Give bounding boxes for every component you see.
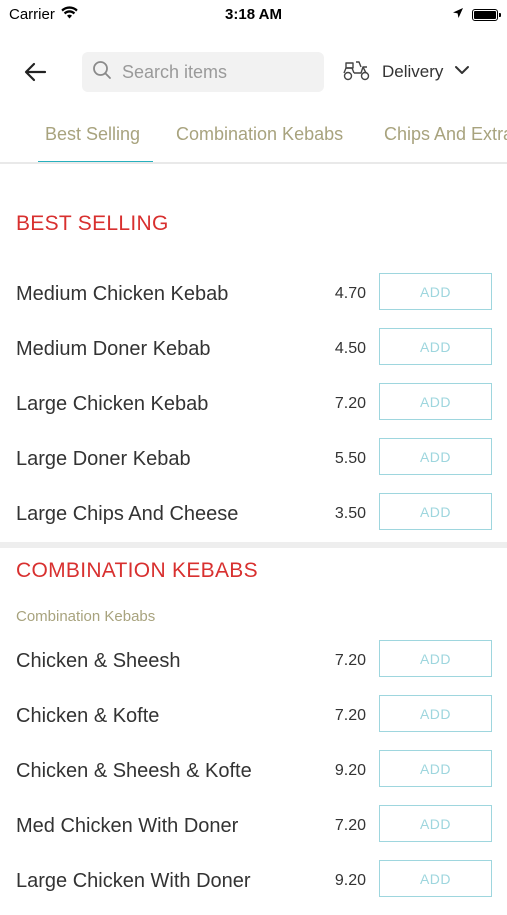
item-name: Large Doner Kebab: [16, 448, 191, 470]
item-name: Chicken & Sheesh: [16, 650, 181, 672]
item-name: Med Chicken With Doner: [16, 815, 239, 837]
chevron-down-icon: [453, 63, 471, 81]
add-button[interactable]: ADD: [379, 438, 492, 475]
add-button[interactable]: ADD: [379, 493, 492, 530]
item-price: 3.50: [334, 505, 366, 522]
menu-item-row: Medium Chicken Kebab 4.70 ADD: [0, 273, 507, 328]
add-button[interactable]: ADD: [379, 695, 492, 732]
item-price: 7.20: [334, 817, 366, 834]
active-tab-indicator: [38, 161, 153, 162]
item-name: Large Chicken With Doner: [16, 870, 251, 892]
item-price: 9.20: [334, 762, 366, 779]
item-name: Large Chips And Cheese: [16, 503, 239, 525]
add-button[interactable]: ADD: [379, 750, 492, 787]
back-button[interactable]: [22, 58, 50, 86]
section-title-best-selling: BEST SELLING: [16, 212, 169, 235]
status-bar: Carrier 3:18 AM: [0, 0, 507, 30]
search-input[interactable]: [120, 60, 304, 84]
item-name: Large Chicken Kebab: [16, 393, 209, 415]
menu-item-row: Chicken & Sheesh & Kofte 9.20 ADD: [0, 750, 507, 805]
section-divider: [0, 542, 507, 548]
item-price: 9.20: [334, 872, 366, 889]
battery-icon: [472, 9, 501, 21]
item-price: 7.20: [334, 652, 366, 669]
item-name: Medium Chicken Kebab: [16, 283, 229, 305]
menu-item-row: Large Chicken Kebab 7.20 ADD: [0, 383, 507, 438]
section-title-combination-kebabs: COMBINATION KEBABS: [16, 559, 258, 582]
add-button[interactable]: ADD: [379, 860, 492, 897]
add-button[interactable]: ADD: [379, 273, 492, 310]
menu-item-row: Med Chicken With Doner 7.20 ADD: [0, 805, 507, 860]
item-name: Chicken & Kofte: [16, 705, 160, 727]
header: Delivery: [0, 50, 507, 94]
menu-item-row: Medium Doner Kebab 4.50 ADD: [0, 328, 507, 383]
tab-combination-kebabs[interactable]: Combination Kebabs: [176, 124, 343, 145]
menu-item-row: Large Doner Kebab 5.50 ADD: [0, 438, 507, 493]
search-bar[interactable]: [82, 52, 324, 92]
back-arrow-icon: [22, 62, 50, 90]
category-tabs: Best Selling Combination Kebabs Chips An…: [0, 112, 507, 164]
tab-best-selling[interactable]: Best Selling: [45, 124, 140, 145]
delivery-label: Delivery: [382, 62, 444, 81]
item-price: 7.20: [334, 707, 366, 724]
menu-item-row: Chicken & Sheesh 7.20 ADD: [0, 640, 507, 695]
add-button[interactable]: ADD: [379, 328, 492, 365]
item-name: Medium Doner Kebab: [16, 338, 211, 360]
location-arrow-icon: [452, 6, 464, 24]
item-price: 4.50: [334, 340, 366, 357]
add-button[interactable]: ADD: [379, 383, 492, 420]
section-subtitle: Combination Kebabs: [16, 608, 156, 625]
item-price: 4.70: [334, 285, 366, 302]
status-time: 3:18 AM: [225, 6, 282, 23]
menu-item-row: Chicken & Kofte 7.20 ADD: [0, 695, 507, 750]
delivery-dropdown[interactable]: Delivery: [342, 56, 471, 88]
search-icon: [82, 60, 112, 85]
menu-item-row: Large Chicken With Doner 9.20 ADD: [0, 860, 507, 915]
add-button[interactable]: ADD: [379, 805, 492, 842]
add-button[interactable]: ADD: [379, 640, 492, 677]
tab-chips-and-extras[interactable]: Chips And Extras: [384, 124, 507, 145]
delivery-scooter-icon: [342, 58, 372, 87]
item-price: 5.50: [334, 450, 366, 467]
menu-item-row: Large Chips And Cheese 3.50 ADD: [0, 493, 507, 548]
item-price: 7.20: [334, 395, 366, 412]
item-name: Chicken & Sheesh & Kofte: [16, 760, 252, 782]
